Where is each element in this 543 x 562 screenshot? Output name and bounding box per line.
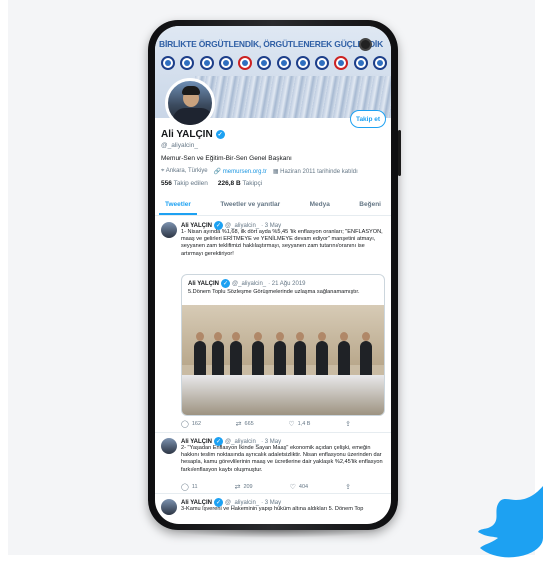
quoted-tweet-handle: @_aliyalcin_ bbox=[232, 280, 267, 287]
followers-count: 226,8 B bbox=[217, 180, 241, 187]
followers-label: Takipçi bbox=[242, 180, 263, 187]
share-button[interactable]: ⇪ bbox=[345, 483, 351, 491]
follow-button[interactable]: Takip et bbox=[350, 110, 386, 128]
tweet-avatar[interactable] bbox=[161, 438, 177, 454]
union-logo-icon bbox=[334, 56, 349, 70]
share-icon: ⇪ bbox=[345, 484, 351, 491]
verified-badge-icon: ✓ bbox=[215, 130, 225, 139]
like-button[interactable]: ♡ 1,4 B bbox=[288, 420, 310, 428]
location-pin-icon: ⌖ bbox=[161, 168, 165, 174]
union-logo-icon bbox=[276, 56, 291, 70]
retweet-count: 665 bbox=[244, 421, 254, 427]
tweet-actions: ◯ 162 ⇄ 665 ♡ 1,4 B ⇪ bbox=[181, 420, 351, 428]
profile-handle: @_aliyalcin_ bbox=[161, 142, 198, 149]
link-icon: 🔗 bbox=[213, 169, 222, 175]
location-text: Ankara, Türkiye bbox=[165, 168, 208, 174]
heart-icon: ♡ bbox=[289, 484, 296, 491]
quoted-tweet-text: 5.Dönem Toplu Sözleşme Görüşmelerinde uz… bbox=[188, 289, 360, 295]
following-count-link[interactable]: 556 Takip edilen bbox=[161, 180, 208, 187]
profile-name-text: Ali YALÇIN bbox=[161, 129, 213, 140]
quoted-tweet[interactable]: Ali YALÇIN ✓ @_aliyalcin_ · 21 Ağu 2019 … bbox=[181, 274, 385, 416]
union-logo-icon bbox=[372, 56, 387, 70]
tweet-text: 1- Nisan ayında %1,68, ilk dört ayda %5,… bbox=[181, 229, 383, 257]
share-icon: ⇪ bbox=[345, 421, 351, 428]
tweet-item[interactable]: Ali YALÇIN ✓ @_aliyalcin_ · 3 May 3-Kamu… bbox=[155, 495, 391, 524]
banner-title: BİRLİKTE ÖRGÜTLENDİK, ÖRGÜTLENEREK GÜÇLE… bbox=[159, 39, 384, 49]
tab-tweets-and-replies[interactable]: Tweetler ve yanıtlar bbox=[220, 196, 280, 215]
reply-button[interactable]: ◯ 11 bbox=[181, 483, 198, 491]
tweet-handle: @_aliyalcin_ bbox=[225, 222, 260, 229]
calendar-icon: ▦ bbox=[272, 169, 279, 175]
union-logo-icon bbox=[238, 56, 253, 70]
joined-item: ▦ Haziran 2011 tarihinde katıldı bbox=[273, 168, 358, 175]
quoted-tweet-date: · 21 Ağu 2019 bbox=[268, 280, 306, 287]
tweet-avatar[interactable] bbox=[161, 499, 177, 515]
reply-count: 162 bbox=[191, 421, 202, 427]
union-logo-icon bbox=[295, 56, 310, 70]
union-logo-icon bbox=[218, 56, 233, 70]
tweet-actions: ◯ 11 ⇄ 209 ♡ 404 ⇪ bbox=[181, 483, 351, 491]
like-button[interactable]: ♡ 404 bbox=[290, 483, 308, 491]
profile-bio: Memur-Sen ve Eğitim-Bir-Sen Genel Başkan… bbox=[161, 155, 292, 162]
tab-tweets[interactable]: Tweetler bbox=[159, 196, 197, 215]
reply-count: 11 bbox=[191, 484, 198, 490]
retweet-icon: ⇄ bbox=[234, 484, 241, 491]
tweet-handle: @_aliyalcin_ bbox=[225, 499, 260, 506]
retweet-button[interactable]: ⇄ 209 bbox=[235, 483, 253, 491]
tab-media[interactable]: Medya bbox=[310, 196, 330, 215]
tweet-date: · 3 May bbox=[261, 499, 282, 506]
meeting-photo[interactable] bbox=[182, 305, 384, 415]
union-logos bbox=[161, 56, 387, 72]
union-logo-icon bbox=[257, 56, 272, 70]
reply-icon: ◯ bbox=[181, 484, 189, 491]
tweet-avatar[interactable] bbox=[161, 222, 177, 238]
reply-icon: ◯ bbox=[181, 421, 189, 428]
profile-name: Ali YALÇIN ✓ bbox=[161, 129, 225, 140]
twitter-bird-icon bbox=[478, 486, 543, 558]
tweet-text: 3-Kamu İşvereni ve Hakeminin yapıp hüküm… bbox=[181, 506, 364, 512]
retweet-count: 209 bbox=[243, 484, 253, 490]
verified-badge-icon: ✓ bbox=[221, 279, 231, 288]
profile-meta: ⌖ Ankara, Türkiye 🔗 memursen.org.tr ▦ Ha… bbox=[161, 168, 358, 175]
tweet-text: 2- "Yaşadan Enflasyon İkinde Sayan Maaş"… bbox=[181, 445, 383, 473]
like-count: 1,4 B bbox=[297, 421, 311, 427]
website-link[interactable]: 🔗 memursen.org.tr bbox=[214, 168, 267, 175]
tweet-date: · 3 May bbox=[261, 222, 282, 229]
profile-avatar[interactable] bbox=[165, 78, 215, 128]
front-camera-icon bbox=[359, 38, 372, 51]
union-logo-icon bbox=[161, 56, 175, 70]
share-button[interactable]: ⇪ bbox=[345, 420, 351, 428]
heart-icon: ♡ bbox=[288, 421, 295, 428]
tweet-item[interactable]: Ali YALÇIN ✓ @_aliyalcin_ · 3 May 1- Nis… bbox=[155, 218, 391, 433]
tweet-date: · 3 May bbox=[261, 438, 282, 445]
follow-counts: 556 Takip edilen 226,8 B Takipçi bbox=[161, 180, 262, 187]
tab-likes[interactable]: Beğeni bbox=[359, 196, 381, 215]
profile-tabs: Tweetler Tweetler ve yanıtlar Medya Beğe… bbox=[155, 196, 391, 216]
union-logo-icon bbox=[180, 56, 195, 70]
tweet-author: Ali YALÇIN bbox=[181, 222, 213, 229]
joined-text: Haziran 2011 tarihinde katıldı bbox=[280, 169, 358, 175]
quoted-tweet-author: Ali YALÇIN bbox=[188, 280, 220, 287]
retweet-icon: ⇄ bbox=[235, 421, 242, 428]
union-logo-icon bbox=[199, 56, 214, 70]
reply-button[interactable]: ◯ 162 bbox=[181, 420, 201, 428]
like-count: 404 bbox=[298, 484, 309, 490]
following-label: Takip edilen bbox=[173, 180, 208, 187]
union-logo-icon bbox=[353, 56, 368, 70]
union-logo-icon bbox=[315, 56, 330, 70]
tweet-handle: @_aliyalcin_ bbox=[225, 438, 260, 445]
phone-screen: BİRLİKTE ÖRGÜTLENDİK, ÖRGÜTLENEREK GÜÇLE… bbox=[155, 26, 391, 524]
tweet-author: Ali YALÇIN bbox=[181, 499, 213, 506]
retweet-button[interactable]: ⇄ 665 bbox=[236, 420, 254, 428]
tweet-author: Ali YALÇIN bbox=[181, 438, 213, 445]
tweet-item[interactable]: Ali YALÇIN ✓ @_aliyalcin_ · 3 May 2- "Ya… bbox=[155, 434, 391, 494]
quoted-tweet-header: Ali YALÇIN ✓ @_aliyalcin_ · 21 Ağu 2019 bbox=[188, 279, 306, 288]
website-text: memursen.org.tr bbox=[222, 169, 267, 175]
following-count: 556 bbox=[161, 180, 172, 187]
followers-count-link[interactable]: 226,8 B Takipçi bbox=[218, 180, 262, 187]
location-item: ⌖ Ankara, Türkiye bbox=[161, 168, 208, 175]
